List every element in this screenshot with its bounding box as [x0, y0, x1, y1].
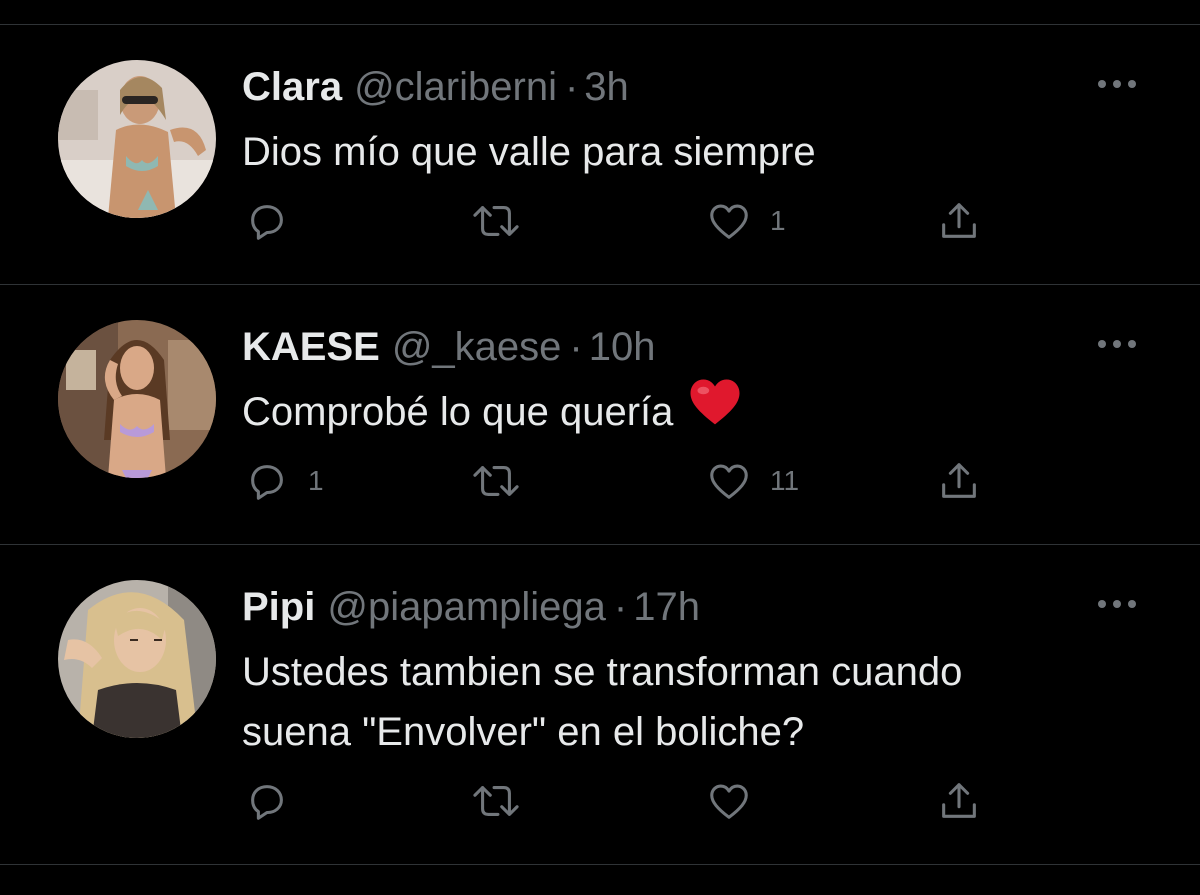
like-button[interactable]: 1 [706, 196, 786, 246]
timestamp[interactable]: 10h [589, 325, 656, 369]
like-button[interactable] [706, 776, 752, 826]
tweet-header: KAESE @_kaese · 10h [242, 322, 655, 372]
like-count: 11 [770, 465, 800, 496]
reply-button[interactable]: 1 [244, 456, 324, 506]
display-name[interactable]: Clara [242, 65, 342, 109]
more-icon [1098, 340, 1136, 348]
more-options-button[interactable] [1094, 592, 1140, 616]
retweet-button[interactable] [468, 456, 524, 506]
more-options-button[interactable] [1094, 72, 1140, 96]
like-icon [710, 464, 748, 499]
retweet-button[interactable] [468, 776, 524, 826]
reply-icon [251, 465, 283, 500]
share-button[interactable] [936, 456, 982, 506]
like-icon [710, 784, 748, 819]
user-handle[interactable]: @clariberni [354, 65, 557, 109]
tweet-text-line: suena "Envolver" en el boliche? [242, 710, 805, 754]
reply-button[interactable] [244, 196, 290, 246]
share-button[interactable] [936, 196, 982, 246]
share-button[interactable] [936, 776, 982, 826]
reply-icon [251, 785, 283, 820]
avatar[interactable] [58, 320, 216, 478]
tweet-text-line: Ustedes tambien se transforman cuando [242, 650, 963, 694]
retweet-icon [473, 786, 519, 816]
retweet-icon [473, 466, 519, 496]
more-icon [1098, 80, 1136, 88]
red-heart-emoji [687, 375, 743, 444]
more-icon [1098, 600, 1136, 608]
tweet-text-line: Comprobé lo que quería [242, 379, 1142, 444]
tweet-kaese[interactable]: KAESE @_kaese · 10h Comprobé lo que quería … [0, 284, 1200, 544]
avatar[interactable] [58, 580, 216, 738]
avatar[interactable] [58, 60, 216, 218]
like-icon [710, 204, 748, 239]
retweet-icon [473, 206, 519, 236]
timestamp[interactable]: 17h [633, 585, 700, 629]
tweet-text: Comprobé lo que quería [242, 379, 1142, 444]
retweet-button[interactable] [468, 196, 524, 246]
timestamp[interactable]: 3h [584, 65, 629, 109]
tweet-clara[interactable]: Clara @clariberni · 3h Dios mío que valle p… [0, 24, 1200, 284]
reply-button[interactable] [244, 776, 290, 826]
share-icon [942, 203, 976, 238]
reply-icon [251, 205, 283, 240]
user-handle[interactable]: @_kaese [392, 325, 562, 369]
display-name[interactable]: Pipi [242, 585, 315, 629]
separator-dot: · [613, 585, 628, 629]
tweet-header: Pipi @piapampliega · 17h [242, 582, 700, 632]
bottom-divider [0, 864, 1200, 865]
more-options-button[interactable] [1094, 332, 1140, 356]
share-icon [942, 463, 976, 498]
display-name[interactable]: KAESE [242, 325, 380, 369]
share-icon [942, 783, 976, 818]
tweet-text-line: Dios mío que valle para siempre [242, 130, 816, 174]
separator-dot: · [564, 65, 579, 109]
tweet-pipi[interactable]: Pipi @piapampliega · 17h Ustedes tambien se… [0, 544, 1200, 864]
reply-count: 1 [308, 465, 324, 496]
like-button[interactable]: 11 [706, 456, 799, 506]
like-count: 1 [770, 205, 786, 236]
tweet-header: Clara @clariberni · 3h [242, 62, 629, 112]
separator-dot: · [569, 325, 583, 369]
tweet-text: Dios mío que valle para siempre [242, 122, 1142, 182]
tweet-text: Ustedes tambien se transforman cuando su… [242, 642, 1142, 762]
user-handle[interactable]: @piapampliega [327, 585, 606, 629]
tweet-text-content: Comprobé lo que quería [242, 390, 674, 434]
